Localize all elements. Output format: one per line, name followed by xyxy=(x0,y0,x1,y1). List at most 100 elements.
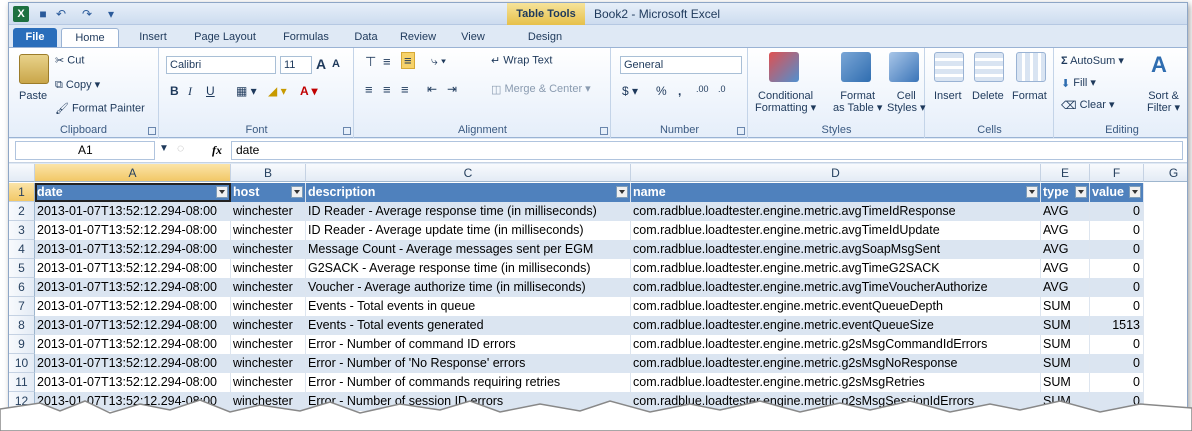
table-cell[interactable]: 2013-01-07T13:52:12.294-08:00 xyxy=(35,316,231,335)
table-cell[interactable]: Events - Total events in queue xyxy=(306,297,631,316)
table-cell[interactable]: ID Reader - Average response time (in mi… xyxy=(306,202,631,221)
fill-color-icon[interactable]: ◢ ▾ xyxy=(268,84,287,98)
table-cell[interactable]: com.radblue.loadtester.engine.metric.avg… xyxy=(631,240,1041,259)
table-cell[interactable]: SUM xyxy=(1041,335,1090,354)
row-header[interactable]: 10 xyxy=(9,354,35,373)
table-cell[interactable]: winchester xyxy=(231,221,306,240)
row-header[interactable]: 1 xyxy=(9,183,35,202)
table-cell[interactable]: 0 xyxy=(1090,373,1144,392)
table-cell[interactable]: SUM xyxy=(1041,373,1090,392)
table-header-cell[interactable]: value xyxy=(1090,183,1144,202)
table-cell[interactable]: SUM xyxy=(1041,316,1090,335)
table-cell[interactable]: com.radblue.loadtester.engine.metric.g2s… xyxy=(631,335,1041,354)
worksheet-grid[interactable]: ABCDEFG 1 date host description name type valu… xyxy=(9,164,1187,413)
table-cell[interactable]: ID Reader - Average update time (in mill… xyxy=(306,221,631,240)
row-header[interactable]: 2 xyxy=(9,202,35,221)
font-name-select[interactable]: Calibri xyxy=(166,56,276,74)
alignment-launcher-icon[interactable] xyxy=(600,127,608,135)
font-color-icon[interactable]: A ▾ xyxy=(300,84,318,98)
format-painter-button[interactable]: 🖌 Format Painter xyxy=(55,102,145,115)
table-cell[interactable]: Voucher - Average authorize time (in mil… xyxy=(306,278,631,297)
number-format-select[interactable]: General xyxy=(620,56,742,74)
table-cell[interactable]: 2013-01-07T13:52:12.294-08:00 xyxy=(35,297,231,316)
filter-dropdown-icon[interactable] xyxy=(1026,186,1038,198)
table-header-cell[interactable]: date xyxy=(35,183,231,202)
filter-dropdown-icon[interactable] xyxy=(616,186,628,198)
row-header[interactable]: 5 xyxy=(9,259,35,278)
table-cell[interactable]: Message Count - Average messages sent pe… xyxy=(306,240,631,259)
cut-button[interactable]: ✂ Cut xyxy=(55,54,84,67)
merge-center-button[interactable]: ◫ Merge & Center ▾ xyxy=(491,82,591,96)
increase-decimal-button[interactable]: .00 xyxy=(696,84,709,94)
table-cell[interactable]: winchester xyxy=(231,202,306,221)
delete-cells-icon[interactable] xyxy=(974,52,1004,82)
currency-button[interactable]: $ ▾ xyxy=(622,84,638,98)
delete-cells-button[interactable]: Delete xyxy=(972,90,1004,102)
table-cell[interactable]: Error - Number of command ID errors xyxy=(306,335,631,354)
row-header[interactable]: 3 xyxy=(9,221,35,240)
tab-home[interactable]: Home xyxy=(61,28,119,47)
tab-formulas[interactable]: Formulas xyxy=(275,28,337,47)
clear-button[interactable]: ⌫ Clear ▾ xyxy=(1061,98,1115,112)
row-header[interactable]: 4 xyxy=(9,240,35,259)
format-as-table-button[interactable]: Format as Table ▾ xyxy=(833,90,882,114)
table-cell[interactable]: 0 xyxy=(1090,259,1144,278)
copy-button[interactable]: ⧉ Copy ▾ xyxy=(55,78,100,92)
paste-button[interactable]: Paste xyxy=(19,90,47,102)
table-cell[interactable]: 0 xyxy=(1090,297,1144,316)
customize-toolbar-icon[interactable]: ▾ xyxy=(103,6,119,22)
row-header[interactable]: 11 xyxy=(9,373,35,392)
table-cell[interactable]: winchester xyxy=(231,278,306,297)
column-header-d[interactable]: D xyxy=(631,164,1041,182)
table-cell[interactable]: SUM xyxy=(1041,297,1090,316)
align-right-icon[interactable]: ≡ xyxy=(401,82,409,97)
tab-data[interactable]: Data xyxy=(349,28,383,47)
tab-file[interactable]: File xyxy=(13,28,57,47)
column-header-f[interactable]: F xyxy=(1090,164,1144,182)
column-header-a[interactable]: A xyxy=(35,164,231,182)
table-cell[interactable]: 0 xyxy=(1090,335,1144,354)
tab-page-layout[interactable]: Page Layout xyxy=(189,28,261,47)
table-cell[interactable]: com.radblue.loadtester.engine.metric.avg… xyxy=(631,202,1041,221)
table-cell[interactable]: com.radblue.loadtester.engine.metric.avg… xyxy=(631,278,1041,297)
formula-input[interactable]: date xyxy=(231,141,1183,160)
align-bottom-icon[interactable]: ≡ xyxy=(401,52,415,69)
select-all-corner[interactable] xyxy=(9,164,35,182)
table-cell[interactable]: com.radblue.loadtester.engine.metric.eve… xyxy=(631,297,1041,316)
undo-icon[interactable]: ↶ xyxy=(53,6,69,22)
column-header-b[interactable]: B xyxy=(231,164,306,182)
table-header-cell[interactable]: name xyxy=(631,183,1041,202)
table-cell[interactable]: Error - Number of commands requiring ret… xyxy=(306,373,631,392)
font-size-select[interactable]: 11 xyxy=(280,56,312,74)
table-cell[interactable]: 2013-01-07T13:52:12.294-08:00 xyxy=(35,354,231,373)
table-cell[interactable]: 2013-01-07T13:52:12.294-08:00 xyxy=(35,202,231,221)
borders-icon[interactable]: ▦ ▾ xyxy=(236,84,257,98)
table-cell[interactable]: com.radblue.loadtester.engine.metric.avg… xyxy=(631,259,1041,278)
table-cell[interactable]: 1513 xyxy=(1090,316,1144,335)
paste-icon[interactable] xyxy=(19,54,49,84)
align-center-icon[interactable]: ≡ xyxy=(383,82,391,97)
increase-indent-icon[interactable]: ⇥ xyxy=(447,82,457,96)
bold-button[interactable]: B xyxy=(170,84,179,98)
tab-view[interactable]: View xyxy=(455,28,491,47)
table-cell[interactable]: com.radblue.loadtester.engine.metric.avg… xyxy=(631,221,1041,240)
table-cell[interactable]: com.radblue.loadtester.engine.metric.g2s… xyxy=(631,354,1041,373)
grow-font-button[interactable]: A xyxy=(316,56,326,72)
underline-button[interactable]: U xyxy=(206,84,215,98)
percent-button[interactable]: % xyxy=(656,84,667,98)
table-cell[interactable]: winchester xyxy=(231,335,306,354)
column-header-c[interactable]: C xyxy=(306,164,631,182)
table-cell[interactable]: 0 xyxy=(1090,354,1144,373)
comma-button[interactable]: , xyxy=(678,84,681,98)
decrease-decimal-button[interactable]: .0 xyxy=(718,84,726,94)
clipboard-launcher-icon[interactable] xyxy=(148,127,156,135)
column-header-e[interactable]: E xyxy=(1041,164,1090,182)
table-cell[interactable]: 0 xyxy=(1090,278,1144,297)
save-icon[interactable]: ■ xyxy=(35,6,51,22)
tab-insert[interactable]: Insert xyxy=(131,28,175,47)
table-header-cell[interactable]: description xyxy=(306,183,631,202)
table-cell[interactable]: AVG xyxy=(1041,221,1090,240)
insert-cells-button[interactable]: Insert xyxy=(934,90,962,102)
table-cell[interactable]: winchester xyxy=(231,297,306,316)
insert-function-button[interactable]: fx xyxy=(205,141,229,160)
